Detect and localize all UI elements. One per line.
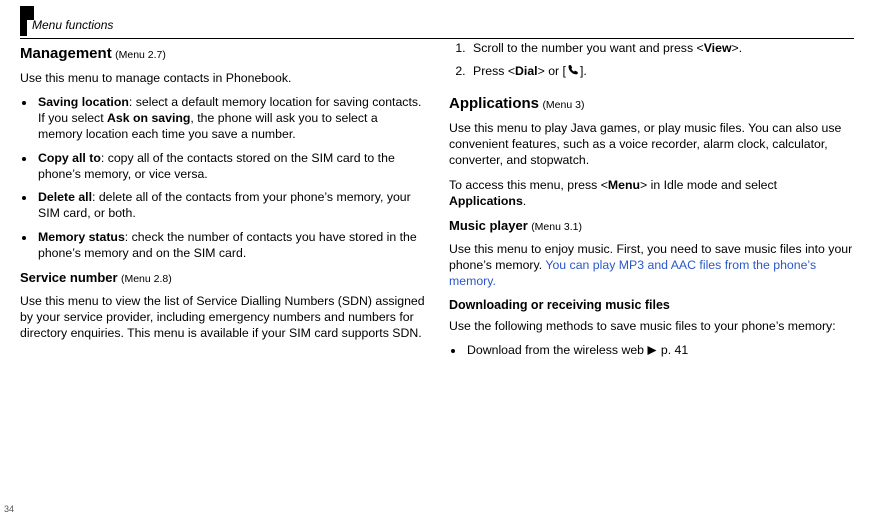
list-item: Copy all to: copy all of the contacts st… [36,150,425,182]
key: Menu [608,178,640,192]
list-item: Memory status: check the number of conta… [36,229,425,261]
download-list: Download from the wireless web p. 41 [449,342,854,359]
music-title: Music player [449,218,528,233]
servicenum-title: Service number [20,270,118,285]
step-text: >. [732,41,743,55]
applications-heading: Applications (Menu 3) [449,94,854,114]
item-text: : delete all of the contacts from your p… [38,190,411,220]
step-text: Scroll to the number you want and press … [473,41,704,55]
page-number: 34 [4,504,14,514]
triangle-icon [647,343,657,359]
item-term: Copy all to [38,151,101,165]
page-ref: p. 41 [661,343,688,357]
steps-list: Scroll to the number you want and press … [449,40,854,80]
management-heading: Management (Menu 2.7) [20,44,425,64]
header-rule [20,38,854,39]
applications-body: Use this menu to play Java games, or pla… [449,120,854,169]
applications-access: To access this menu, press <Menu> in Idl… [449,177,854,209]
item-text: Download from the wireless web [467,343,644,357]
management-intro: Use this menu to manage contacts in Phon… [20,70,425,86]
text: To access this menu, press < [449,178,608,192]
applications-sub: (Menu 3) [542,99,584,111]
management-sub: (Menu 2.7) [115,49,166,61]
list-item: Delete all: delete all of the contacts f… [36,189,425,221]
left-column: Management (Menu 2.7) Use this menu to m… [20,40,425,494]
music-heading: Music player (Menu 3.1) [449,217,854,235]
download-body: Use the following methods to save music … [449,318,854,334]
step-key: View [704,41,732,55]
section-header: Menu functions [32,18,113,32]
management-list: Saving location: select a default memory… [20,94,425,261]
list-item: Scroll to the number you want and press … [469,40,854,56]
step-text: > or [ [538,64,566,78]
servicenum-heading: Service number (Menu 2.8) [20,269,425,287]
list-item: Download from the wireless web p. 41 [465,342,854,359]
music-body: Use this menu to enjoy music. First, you… [449,241,854,290]
servicenum-sub: (Menu 2.8) [121,273,172,285]
step-key: Dial [515,64,538,78]
item-term: Delete all [38,190,92,204]
item-term: Saving location [38,95,129,109]
management-title: Management [20,45,112,62]
text: . [523,194,526,208]
download-heading: Downloading or receiving music files [449,297,854,314]
item-term2: Ask on saving [107,111,190,125]
right-column: Scroll to the number you want and press … [449,40,854,494]
applications-title: Applications [449,95,539,112]
step-text: Press < [473,64,515,78]
item-term: Memory status [38,230,125,244]
text: > in Idle mode and select [640,178,777,192]
key: Applications [449,194,523,208]
list-item: Press <Dial> or []. [469,63,854,80]
content-columns: Management (Menu 2.7) Use this menu to m… [20,40,854,494]
music-sub: (Menu 3.1) [531,221,582,233]
step-text: ]. [580,64,587,78]
servicenum-body: Use this menu to view the list of Servic… [20,293,425,342]
call-icon [566,64,580,80]
list-item: Saving location: select a default memory… [36,94,425,143]
